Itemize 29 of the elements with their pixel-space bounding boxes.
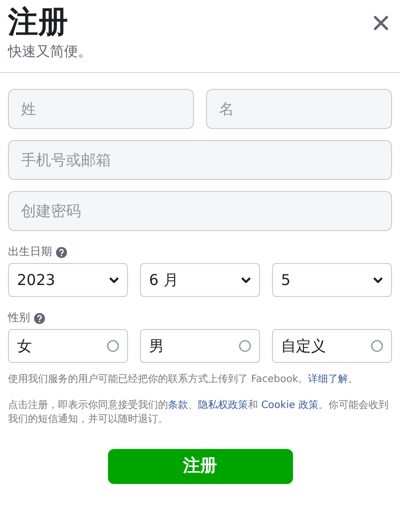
- chevron-down-icon: [109, 277, 119, 283]
- dropdown[interactable]: 2023: [8, 263, 128, 297]
- chevron-down-icon: [373, 277, 383, 283]
- radio-icon: [239, 340, 251, 352]
- link[interactable]: 条款: [168, 400, 188, 411]
- dropdown[interactable]: 6 月: [140, 263, 260, 297]
- dialog-title: 注册: [8, 4, 69, 42]
- link[interactable]: 详细了解: [308, 374, 348, 385]
- dialog-subtitle: 快速又简便。: [8, 43, 92, 62]
- input-field[interactable]: 创建密码: [8, 191, 392, 231]
- radio-option[interactable]: 女: [8, 329, 128, 363]
- radio-icon: [107, 340, 119, 352]
- help-icon[interactable]: [56, 246, 67, 258]
- radio-icon: [371, 340, 383, 352]
- radio-option[interactable]: 男: [140, 329, 260, 363]
- gender-label: 性别: [8, 311, 30, 325]
- birthday-label: 出生日期: [8, 245, 52, 259]
- notice-text: 点击注册，即表示你同意接受我们的条款、隐私权政策和 Cookie 政策。你可能会收到我们的短信通知，并可以随时退订。: [8, 399, 390, 427]
- input-field[interactable]: 手机号或邮箱: [8, 140, 392, 180]
- dropdown[interactable]: 5: [272, 263, 392, 297]
- help-icon[interactable]: [34, 312, 45, 324]
- input-field[interactable]: 姓: [8, 89, 194, 129]
- radio-option[interactable]: 自定义: [272, 329, 392, 363]
- notice-text: 使用我们服务的用户可能已经把你的联系方式上传到了 Facebook。详细了解。: [8, 373, 360, 387]
- input-field[interactable]: 名: [206, 89, 392, 129]
- chevron-down-icon: [241, 277, 251, 283]
- link[interactable]: Cookie 政策: [261, 400, 318, 411]
- link[interactable]: 隐私权政策: [198, 400, 248, 411]
- close-icon[interactable]: [374, 16, 388, 30]
